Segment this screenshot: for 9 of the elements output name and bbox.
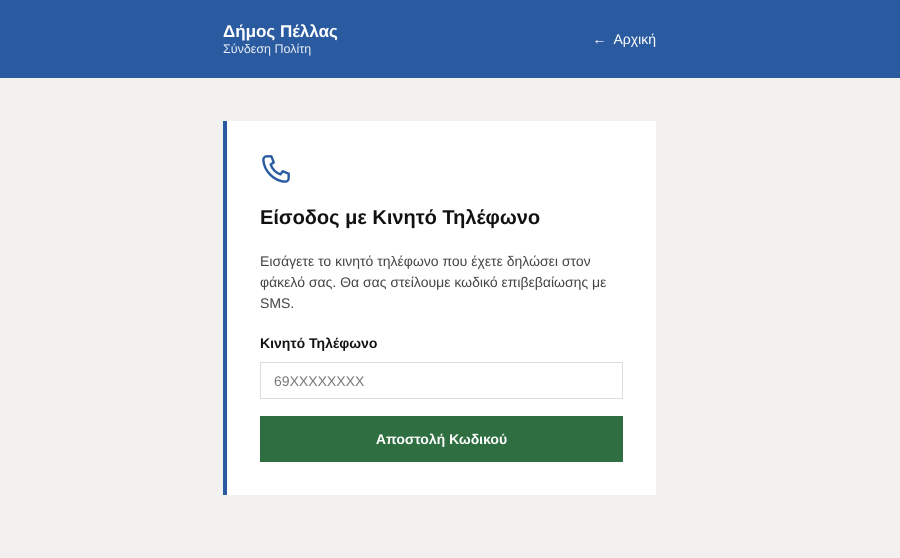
site-subtitle: Σύνδεση Πολίτη xyxy=(223,42,312,56)
description-text: Εισάγετε το κινητό τηλέφωνο που έχετε δηλώσει στον φάκελό σας. Θα σας στείλουμε κωδικό επιβεβαίωσης με SMS. xyxy=(260,252,608,313)
field-label: Κινητό Τηλέφωνο xyxy=(260,334,378,352)
phone-icon xyxy=(260,153,292,185)
card-heading: Είσοδος με Κινητό Τηλέφωνο xyxy=(260,206,542,231)
send-code-button[interactable]: Αποστολή Κωδικού xyxy=(260,416,623,462)
phone-input-field[interactable]: 69XXXXXXXX xyxy=(260,362,623,399)
site-title: Δήμος Πέλλας xyxy=(223,22,338,42)
home-link[interactable]: ← Αρχική xyxy=(592,31,656,47)
